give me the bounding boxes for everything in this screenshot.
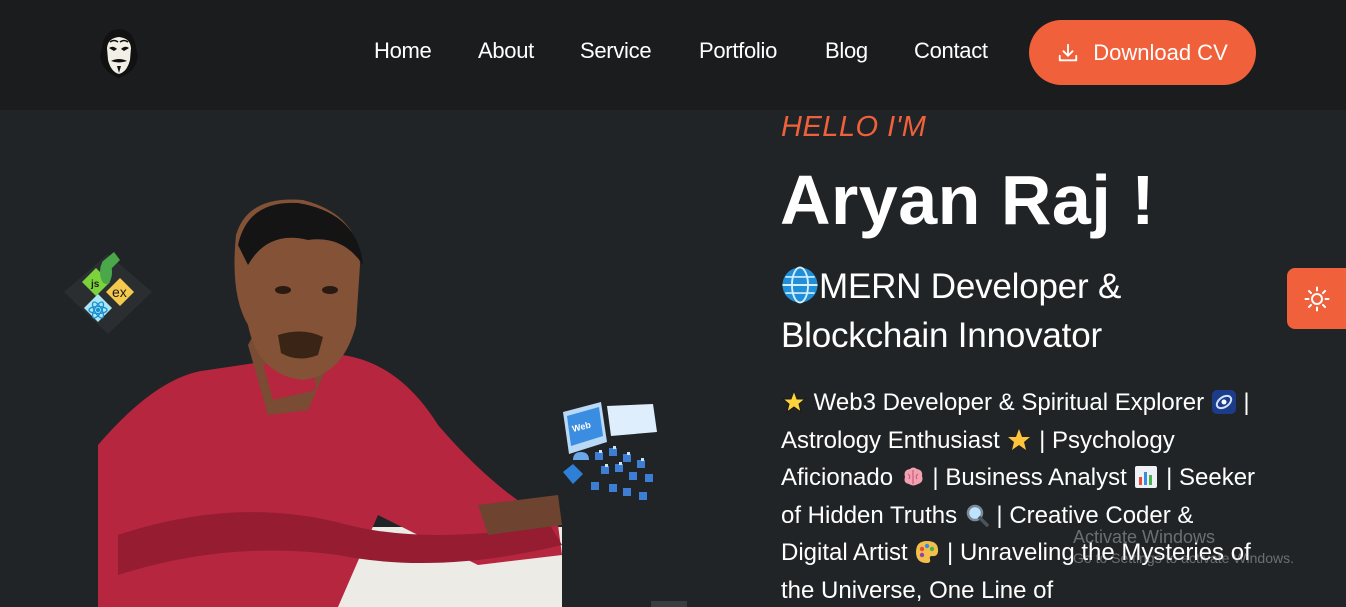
brain-icon bbox=[904, 467, 923, 486]
hero-role-text: MERN Developer & Blockchain Innovator bbox=[781, 267, 1122, 355]
bio-segment: | Business Analyst bbox=[925, 464, 1134, 491]
nav-link-service[interactable]: Service bbox=[580, 38, 652, 64]
anonymous-mask-icon[interactable] bbox=[96, 26, 142, 80]
download-cv-button[interactable]: Download CV bbox=[1029, 20, 1256, 85]
hero-greeting: HELLO I'M bbox=[781, 111, 927, 143]
globe-icon bbox=[782, 266, 818, 304]
palette-icon bbox=[916, 541, 939, 563]
web-development-illustration: Web bbox=[555, 402, 665, 506]
star-icon bbox=[1008, 428, 1031, 450]
windows-activation-title: Activate Windows bbox=[1073, 527, 1216, 547]
theme-toggle-button[interactable] bbox=[1287, 268, 1346, 329]
nav-link-home[interactable]: Home bbox=[374, 38, 432, 64]
hero-bio: Web3 Developer & Spiritual Explorer | As… bbox=[781, 384, 1261, 607]
magnifier-icon bbox=[966, 504, 989, 527]
star-icon bbox=[781, 389, 807, 414]
bio-segment: Web3 Developer & Spiritual Explorer bbox=[807, 389, 1211, 416]
download-cv-label: Download CV bbox=[1093, 39, 1228, 65]
navbar: Home About Service Portfolio Blog Contac… bbox=[0, 0, 1346, 110]
scroll-indicator[interactable] bbox=[651, 601, 687, 607]
nav-link-contact[interactable]: Contact bbox=[914, 38, 988, 64]
hero-name: Aryan Raj ! bbox=[780, 161, 1156, 239]
nav-link-blog[interactable]: Blog bbox=[825, 38, 868, 64]
bar-chart-icon bbox=[1135, 466, 1158, 488]
sun-icon bbox=[1304, 286, 1329, 311]
profile-photo bbox=[98, 195, 562, 607]
galaxy-icon bbox=[1211, 390, 1236, 414]
nav-link-about[interactable]: About bbox=[478, 38, 534, 64]
nav-link-portfolio[interactable]: Portfolio bbox=[699, 38, 777, 64]
hero-role: MERN Developer & Blockchain Innovator bbox=[781, 262, 1201, 360]
windows-activation-subtitle: Go to Settings to activate Windows. bbox=[1073, 550, 1294, 566]
download-icon bbox=[1059, 43, 1078, 61]
